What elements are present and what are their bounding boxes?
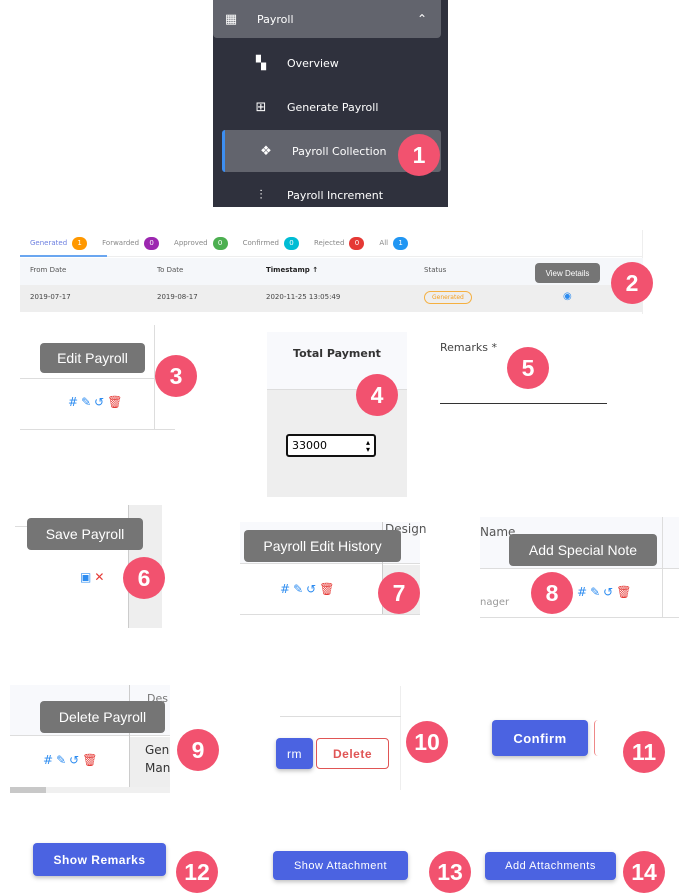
chevron-up-icon[interactable]: ⌃ [417, 12, 427, 26]
grid-icon: ▚ [256, 55, 266, 71]
calculator-icon: ▦ [224, 11, 238, 27]
step-badge: 11 [623, 731, 665, 773]
view-details-tooltip: View Details [535, 263, 600, 283]
step-badge: 2 [611, 262, 653, 304]
sidebar-item-payroll-increment[interactable]: ⫶ Payroll Increment [213, 174, 448, 216]
history-icon[interactable]: ↺ [603, 585, 613, 599]
cell: 2019-07-17 [30, 293, 71, 301]
special-note-tooltip: Add Special Note [509, 534, 657, 566]
step-badge: 5 [507, 347, 549, 389]
diamonds-icon: ❖ [260, 143, 272, 159]
tab-all[interactable]: All 1 [379, 236, 409, 250]
pencil-icon[interactable]: ✎ [293, 582, 303, 596]
dialog-footer-fragment: rm Delete [276, 686, 401, 790]
sidebar-item-overview[interactable]: ▚ Overview [213, 42, 448, 84]
tab-generated[interactable]: Generated 1 [30, 236, 88, 250]
cell: 2020-11-25 13:05:49 [266, 293, 341, 301]
tab-confirmed[interactable]: Confirmed 0 [243, 236, 299, 250]
trash-icon[interactable]: 🗑 [319, 582, 334, 596]
step-badge: 4 [356, 374, 398, 416]
save-icon[interactable]: ▣ [80, 570, 91, 584]
confirm-button[interactable]: Confirm [492, 720, 588, 756]
status-badge: Generated [424, 291, 472, 304]
tab-rejected[interactable]: Rejected 0 [314, 236, 365, 250]
sidebar-group-payroll[interactable]: ▦ Payroll ⌃ [213, 0, 441, 38]
step-badge: 12 [176, 851, 218, 893]
history-icon[interactable]: ↺ [94, 395, 104, 409]
edit-payroll-tooltip: Edit Payroll [40, 343, 145, 373]
chart-icon: ⫶ [259, 187, 263, 203]
table-row: 2019-07-17 2019-08-17 2020-11-25 13:05:4… [20, 285, 643, 312]
note-panel: Name nager Add Special Note # ✎ ↺ 🗑 [480, 517, 679, 618]
step-badge: 10 [406, 721, 448, 763]
sidebar: ▦ Payroll ⌃ ▚ Overview ⊞ Generate Payroll … [213, 0, 448, 207]
total-payment-input[interactable]: 33000 ▴ ▾ [286, 434, 376, 457]
sidebar-item-label: Generate Payroll [287, 100, 379, 114]
calculator-icon: ⊞ [255, 99, 267, 115]
step-badge: 9 [177, 729, 219, 771]
hash-icon[interactable]: # [43, 753, 53, 767]
cell-fragment: Man [145, 761, 171, 775]
active-tab-indicator [20, 255, 107, 257]
confirm-button[interactable]: rm [276, 738, 313, 769]
step-badge: 8 [531, 572, 573, 614]
history-icon[interactable]: ↺ [306, 582, 316, 596]
sidebar-item-label: Overview [287, 56, 339, 70]
save-payroll-tooltip: Save Payroll [27, 518, 143, 550]
column-header[interactable]: Timestamp ↑ [266, 266, 318, 274]
eye-icon[interactable]: ◉ [563, 291, 572, 302]
delete-button[interactable]: Delete [316, 738, 389, 769]
designation-fragment: nager [480, 597, 510, 608]
step-badge: 3 [155, 355, 197, 397]
delete-panel: Des Gen Man Delete Payroll # ✎ ↺ 🗑 [10, 685, 170, 793]
trash-icon[interactable]: 🗑 [82, 753, 97, 767]
show-remarks-button[interactable]: Show Remarks [33, 843, 166, 876]
pencil-icon[interactable]: ✎ [56, 753, 66, 767]
scrollbar-thumb[interactable] [10, 787, 46, 793]
row-actions: # ✎ ↺ 🗑 [68, 395, 122, 409]
remarks-label: Remarks * [440, 341, 497, 354]
step-badge: 13 [429, 851, 471, 893]
trash-icon[interactable]: 🗑 [616, 585, 631, 599]
status-tabs: Generated 1 Forwarded 0 Approved 0 Confirme… [20, 230, 642, 257]
hash-icon[interactable]: # [68, 395, 78, 409]
history-tooltip: Payroll Edit History [244, 530, 401, 562]
sidebar-item-label: Payroll Collection [292, 144, 387, 158]
cell: 2019-08-17 [157, 293, 198, 301]
delete-payroll-tooltip: Delete Payroll [40, 701, 165, 733]
step-badge: 14 [623, 851, 665, 893]
close-icon[interactable]: ✕ [94, 570, 104, 584]
tab-approved[interactable]: Approved 0 [174, 236, 228, 250]
hash-icon[interactable]: # [280, 582, 290, 596]
trash-icon[interactable]: 🗑 [107, 395, 122, 409]
cell-fragment: Gen [145, 743, 170, 757]
stepper-icon[interactable]: ▴ ▾ [366, 439, 370, 454]
total-payment-column: Total Payment 33000 ▴ ▾ [267, 332, 407, 497]
step-badge: 7 [378, 572, 420, 614]
column-header[interactable]: From Date [30, 266, 66, 274]
pencil-icon[interactable]: ✎ [590, 585, 600, 599]
step-badge: 6 [123, 557, 165, 599]
sidebar-group-label: Payroll [257, 12, 294, 26]
sidebar-item-generate-payroll[interactable]: ⊞ Generate Payroll [213, 86, 448, 128]
add-attachments-button[interactable]: Add Attachments [485, 852, 616, 880]
step-badge: 1 [398, 134, 440, 176]
tab-forwarded[interactable]: Forwarded 0 [102, 236, 160, 250]
history-icon[interactable]: ↺ [69, 753, 79, 767]
edit-panel: Edit Payroll # ✎ ↺ 🗑 [20, 325, 175, 430]
hash-icon[interactable]: # [577, 585, 587, 599]
pencil-icon[interactable]: ✎ [81, 395, 91, 409]
column-header[interactable]: To Date [157, 266, 183, 274]
column-header[interactable]: Status [424, 266, 446, 274]
show-attachment-button[interactable]: Show Attachment [273, 851, 408, 880]
payroll-table-panel: Generated 1 Forwarded 0 Approved 0 Confirme… [20, 230, 643, 314]
sidebar-item-label: Payroll Increment [287, 188, 384, 202]
